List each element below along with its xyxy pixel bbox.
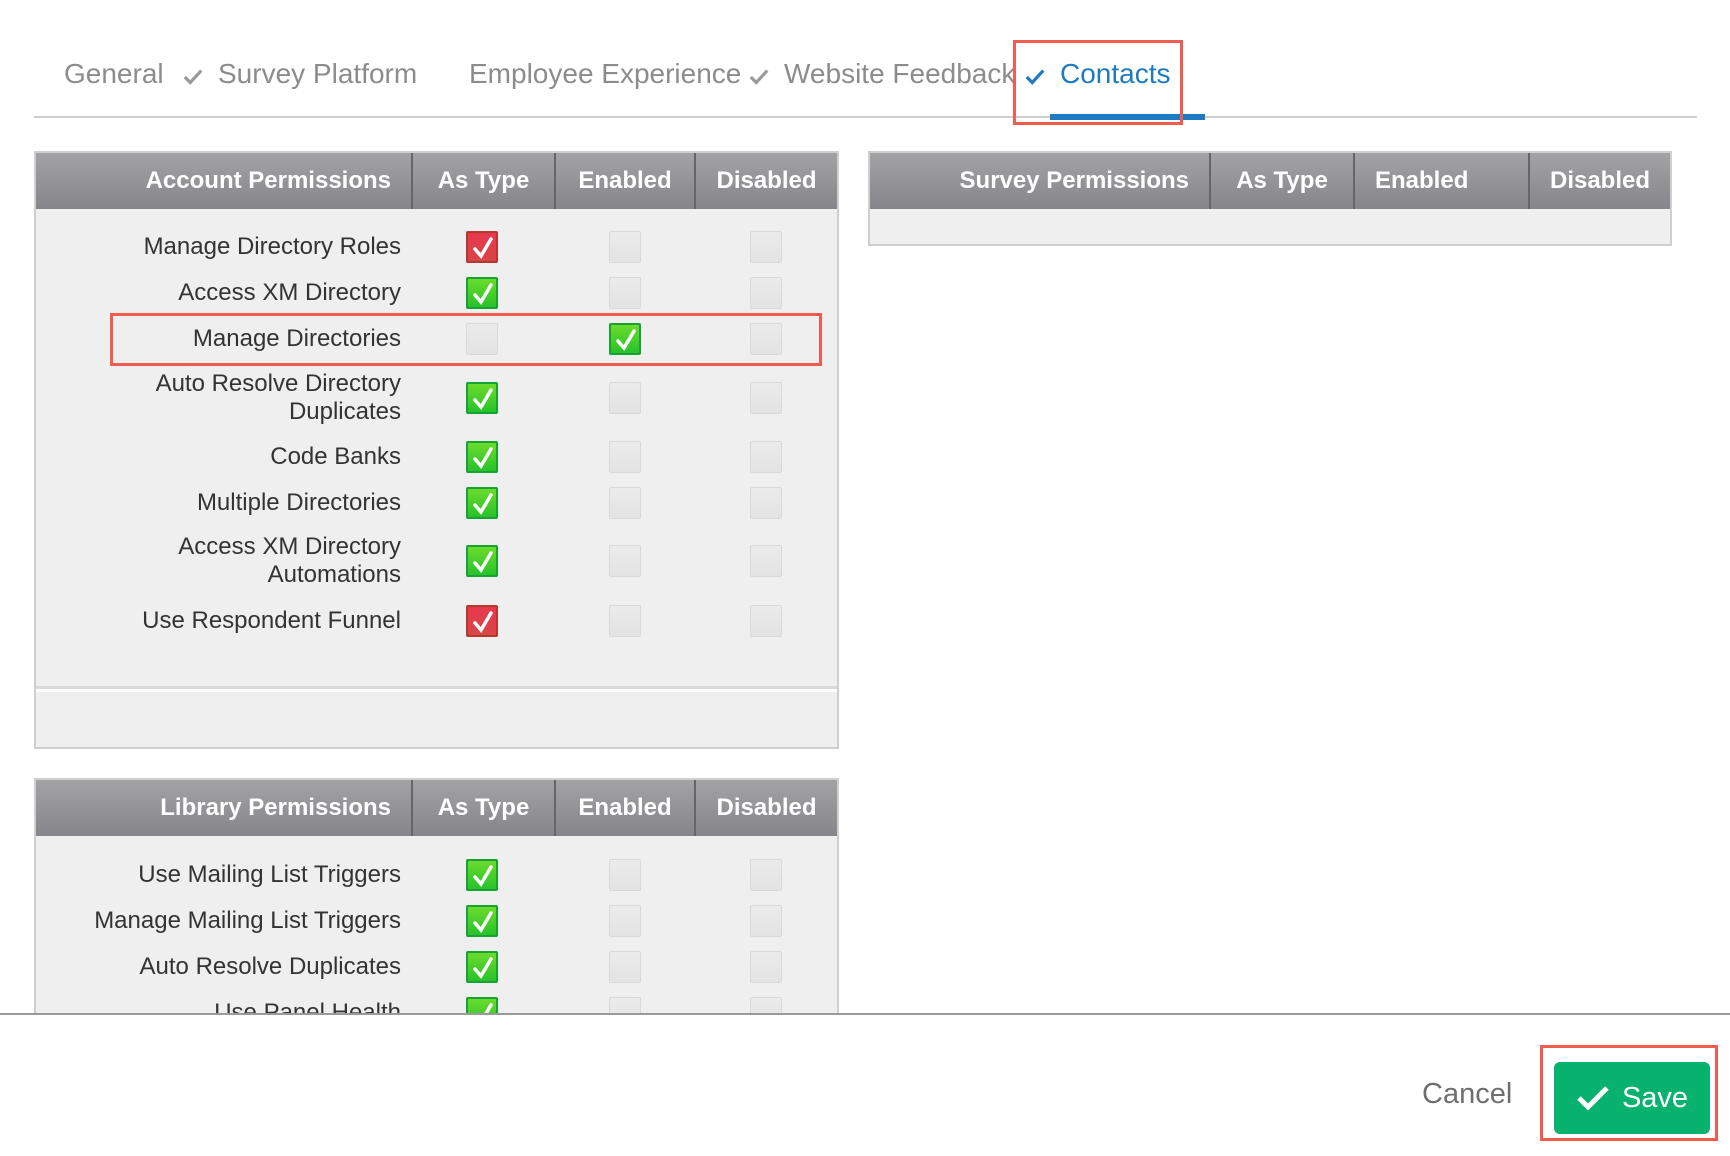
disabled-checkbox[interactable] <box>750 859 782 891</box>
header-account-permissions: Account Permissions <box>145 167 391 194</box>
header-disabled: Disabled <box>1528 153 1670 209</box>
as-type-checkbox[interactable] <box>466 905 498 937</box>
check-icon <box>1577 1086 1609 1111</box>
disabled-checkbox[interactable] <box>750 545 782 577</box>
tab-contacts[interactable]: Contacts <box>1024 58 1171 90</box>
enabled-checkbox[interactable] <box>609 382 641 414</box>
checkmark-icon <box>473 611 493 633</box>
checkmark-icon <box>616 329 636 351</box>
checkmark-icon <box>473 865 493 887</box>
tab-label: General <box>64 58 164 89</box>
header-as-type: As Type <box>411 780 554 836</box>
as-type-checkbox[interactable] <box>466 277 498 309</box>
disabled-checkbox[interactable] <box>750 441 782 473</box>
header-enabled: Enabled <box>1353 153 1528 209</box>
cancel-button[interactable]: Cancel <box>1422 1078 1512 1111</box>
save-button[interactable]: Save <box>1554 1062 1710 1134</box>
disabled-checkbox[interactable] <box>750 605 782 637</box>
header-library-permissions: Library Permissions <box>160 794 391 821</box>
permission-label: Auto Resolve Directory Duplicates <box>156 370 401 426</box>
disabled-checkbox[interactable] <box>750 905 782 937</box>
as-type-checkbox[interactable] <box>466 545 498 577</box>
enabled-checkbox[interactable] <box>609 323 641 355</box>
checkmark-icon <box>473 283 493 305</box>
save-label: Save <box>1621 1081 1689 1114</box>
header-enabled: Enabled <box>554 780 694 836</box>
enabled-checkbox[interactable] <box>609 231 641 263</box>
header-enabled: Enabled <box>554 153 694 209</box>
disabled-checkbox[interactable] <box>750 323 782 355</box>
permission-label-line: Access XM Directory <box>178 533 401 560</box>
permission-label: Auto Resolve Duplicates <box>139 953 401 980</box>
disabled-checkbox[interactable] <box>750 231 782 263</box>
disabled-checkbox[interactable] <box>750 277 782 309</box>
tab-website-feedback[interactable]: Website Feedback <box>748 58 1015 90</box>
enabled-checkbox[interactable] <box>609 951 641 983</box>
table-footer <box>36 686 837 747</box>
disabled-checkbox[interactable] <box>750 487 782 519</box>
permission-label: Access XM Directory Automations <box>178 533 401 589</box>
enabled-checkbox[interactable] <box>609 277 641 309</box>
enabled-checkbox[interactable] <box>609 905 641 937</box>
checkmark-icon <box>473 447 493 469</box>
header-survey-permissions: Survey Permissions <box>959 167 1189 194</box>
tab-general[interactable]: General <box>64 58 164 90</box>
checkmark-icon <box>473 237 493 259</box>
check-icon <box>182 63 204 85</box>
check-icon <box>748 63 770 85</box>
disabled-checkbox[interactable] <box>750 951 782 983</box>
permission-label: Use Respondent Funnel <box>142 607 401 634</box>
survey-permissions-table: Survey Permissions As Type Enabled Disab… <box>868 151 1672 246</box>
header-as-type: As Type <box>411 153 554 209</box>
enabled-checkbox[interactable] <box>609 441 641 473</box>
account-permissions-table: Account Permissions As Type Enabled Disa… <box>34 151 839 749</box>
as-type-checkbox[interactable] <box>466 487 498 519</box>
checkmark-icon <box>473 551 493 573</box>
active-tab-indicator <box>1050 114 1205 120</box>
as-type-checkbox[interactable] <box>466 605 498 637</box>
tab-survey-platform[interactable]: Survey Platform <box>182 58 417 90</box>
header-disabled: Disabled <box>694 780 837 836</box>
tab-employee-experience[interactable]: Employee Experience <box>469 58 741 90</box>
checkmark-icon <box>473 388 493 410</box>
permission-tabs: General Survey Platform Employee Experie… <box>34 40 1697 120</box>
checkmark-icon <box>473 493 493 515</box>
as-type-checkbox[interactable] <box>466 323 498 355</box>
as-type-checkbox[interactable] <box>466 951 498 983</box>
tab-label: Website Feedback <box>784 58 1016 89</box>
permission-label: Manage Directory Roles <box>143 233 401 260</box>
header-disabled: Disabled <box>694 153 837 209</box>
as-type-checkbox[interactable] <box>466 382 498 414</box>
permission-label: Manage Mailing List Triggers <box>94 907 401 934</box>
permission-label-line: Automations <box>267 561 401 588</box>
permission-label: Manage Directories <box>192 325 401 352</box>
header-as-type: As Type <box>1209 153 1353 209</box>
tab-label: Contacts <box>1060 58 1171 89</box>
table-header: Survey Permissions As Type Enabled Disab… <box>870 153 1670 209</box>
checkmark-icon <box>473 911 493 933</box>
enabled-checkbox[interactable] <box>609 605 641 637</box>
permission-label: Access XM Directory <box>178 279 401 306</box>
disabled-checkbox[interactable] <box>750 382 782 414</box>
permission-label-line: Auto Resolve Directory <box>155 370 401 397</box>
checkmark-icon <box>473 957 493 979</box>
as-type-checkbox[interactable] <box>466 231 498 263</box>
permission-label-line: Duplicates <box>288 398 401 425</box>
permission-label: Code Banks <box>270 443 401 470</box>
tab-label: Survey Platform <box>218 58 418 89</box>
enabled-checkbox[interactable] <box>609 487 641 519</box>
check-icon <box>1024 63 1046 85</box>
permission-label: Use Mailing List Triggers <box>138 861 401 888</box>
as-type-checkbox[interactable] <box>466 859 498 891</box>
enabled-checkbox[interactable] <box>609 545 641 577</box>
permission-label: Multiple Directories <box>196 489 401 516</box>
as-type-checkbox[interactable] <box>466 441 498 473</box>
table-header: Account Permissions As Type Enabled Disa… <box>36 153 837 209</box>
tab-label: Employee Experience <box>469 58 742 89</box>
table-header: Library Permissions As Type Enabled Disa… <box>36 780 837 836</box>
enabled-checkbox[interactable] <box>609 859 641 891</box>
